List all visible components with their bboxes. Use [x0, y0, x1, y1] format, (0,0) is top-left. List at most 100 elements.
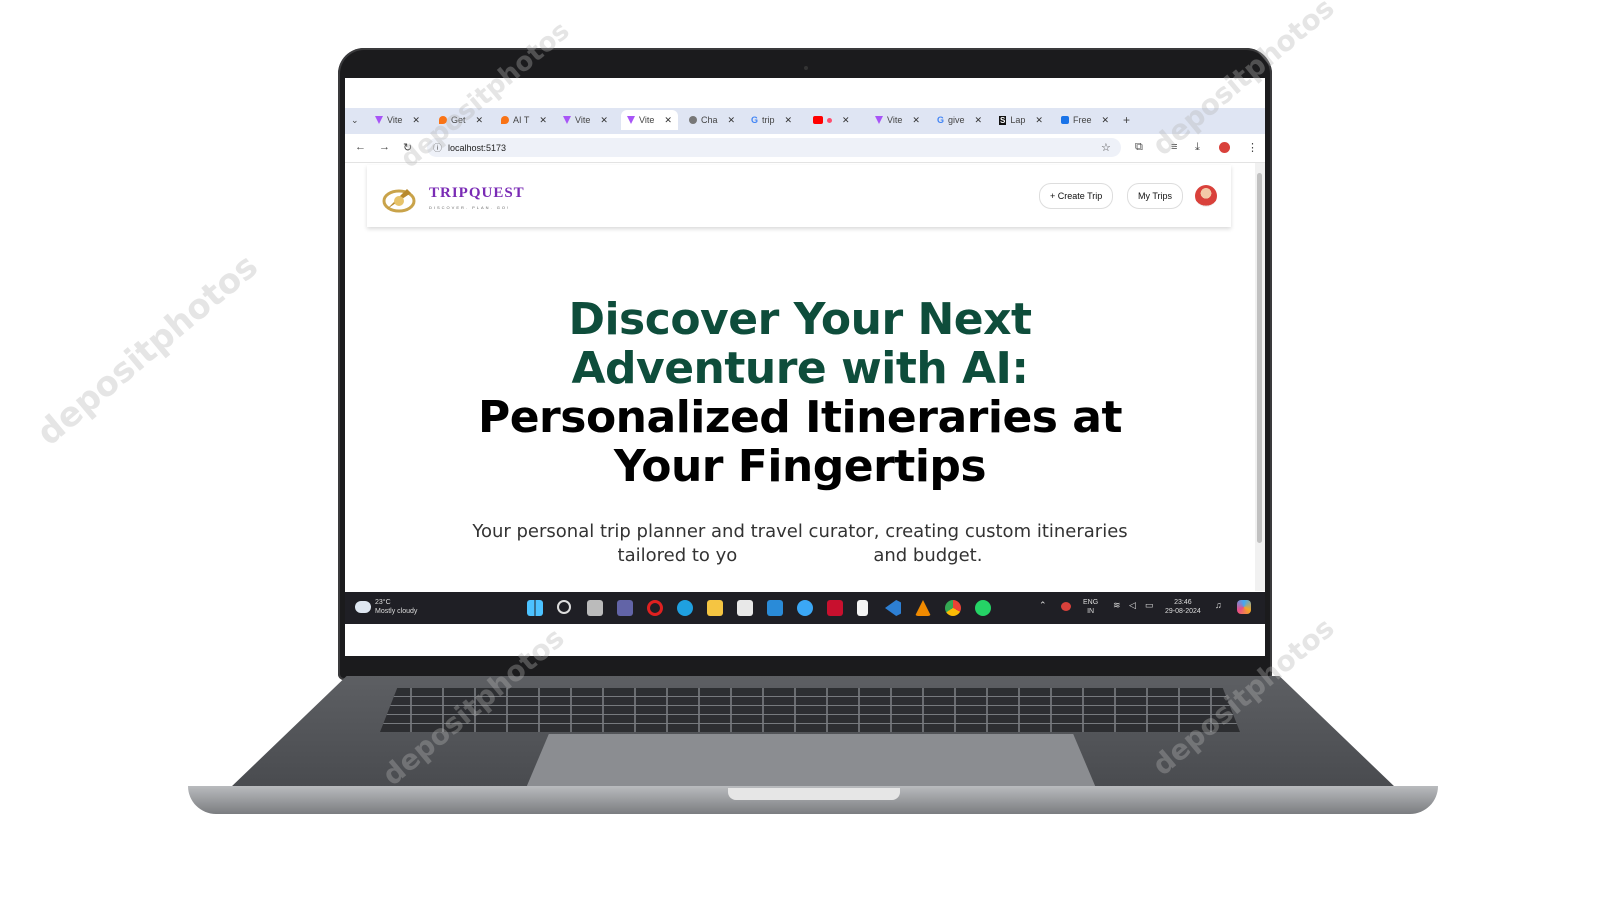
store-icon[interactable] [737, 600, 753, 616]
vite-icon [375, 116, 383, 124]
url-input[interactable]: ⓘ localhost:5173 [427, 138, 1121, 157]
menu-kebab-icon[interactable]: ⋮ [1247, 141, 1258, 154]
browser-tab-active[interactable]: Vite ✕ [621, 110, 678, 130]
weather-temp: 23°C [375, 599, 391, 606]
profile-avatar-icon[interactable] [1219, 142, 1230, 153]
headline-line: Personalized Itineraries at [477, 392, 1123, 443]
close-icon[interactable]: ✕ [842, 115, 850, 126]
subtitle-line: tailored to yo and budget. [455, 544, 1145, 568]
laptop-screen: ⌄ Vite ✕ Get ✕ AI T ✕ Vite ✕ Vite ✕ Cha … [345, 78, 1265, 656]
wifi-icon[interactable]: ≋ [1113, 601, 1121, 610]
close-icon[interactable]: ✕ [600, 115, 608, 126]
tab-label: Lap [1010, 115, 1026, 125]
close-icon[interactable]: ✕ [785, 115, 793, 126]
app-header: TRIPQUEST DISCOVER. PLAN. GO! + Create T… [367, 165, 1231, 227]
browser-tab[interactable]: Vite ✕ [875, 110, 920, 130]
edge-icon[interactable] [677, 600, 693, 616]
teams-icon[interactable] [617, 600, 633, 616]
download-icon[interactable]: ⤓ [1195, 141, 1200, 154]
language-indicator[interactable]: ENG IN [1083, 598, 1098, 616]
my-trips-button[interactable]: My Trips [1127, 183, 1184, 209]
tab-label: Vite [387, 115, 403, 125]
tab-label: Vite [639, 115, 655, 125]
close-icon[interactable]: ✕ [1035, 115, 1043, 126]
new-tab-button[interactable]: + [1123, 110, 1130, 130]
volume-icon[interactable]: ◁ [1129, 601, 1136, 610]
close-icon[interactable]: ✕ [1102, 115, 1110, 126]
notepad-icon[interactable] [857, 600, 868, 616]
file-explorer-icon[interactable] [707, 600, 723, 616]
flame-icon [501, 116, 509, 124]
browser-tab[interactable]: Free ✕ [1061, 110, 1109, 130]
region-code: IN [1087, 608, 1095, 615]
youtube-icon [813, 116, 823, 124]
browser-tab[interactable]: Vite ✕ [375, 110, 420, 130]
logo-tagline: DISCOVER. PLAN. GO! [429, 205, 511, 210]
close-icon[interactable]: ✕ [539, 115, 547, 126]
recording-icon [827, 117, 832, 123]
tab-label: trip [762, 115, 775, 125]
clock-time: 23:46 [1174, 599, 1192, 606]
logo-text: TRIPQUEST [429, 185, 525, 201]
browser-tab[interactable]: G give ✕ [937, 110, 982, 130]
url-text: localhost:5173 [448, 142, 507, 153]
tray-app-icon[interactable] [1061, 602, 1071, 611]
search-icon[interactable] [557, 600, 571, 614]
extensions-icon[interactable]: ⧉ [1135, 141, 1143, 154]
battery-icon[interactable]: ▭ [1145, 601, 1154, 610]
laptop-opening-notch [728, 788, 900, 800]
trackpad [526, 734, 1096, 788]
browser-tab[interactable]: Cha ✕ [689, 110, 735, 130]
clock-date: 29-08-2024 [1165, 608, 1201, 615]
close-icon[interactable]: ✕ [664, 115, 672, 126]
tab-label: AI T [513, 115, 530, 125]
headline-line: Adventure with AI: [571, 343, 1029, 394]
windows-start-icon[interactable] [527, 600, 543, 616]
notification-bell-icon[interactable]: ♫ [1215, 601, 1222, 610]
bookmark-star-icon[interactable]: ☆ [1101, 141, 1111, 154]
subtitle-line: Your personal trip planner and travel cu… [472, 521, 1128, 542]
weather-widget[interactable]: 23°C Mostly cloudy [355, 598, 417, 616]
scrollbar[interactable] [1255, 163, 1265, 591]
close-icon[interactable]: ✕ [912, 115, 920, 126]
mcafee-icon[interactable] [827, 600, 843, 616]
copilot-icon[interactable] [1237, 600, 1251, 614]
cloud-icon [355, 601, 371, 613]
vscode-icon[interactable] [885, 600, 901, 616]
back-arrow-icon[interactable]: ← [355, 141, 366, 153]
address-bar-row: ← → ↻ ⓘ localhost:5173 ☆ ⧉ ≡ ⤓ ⋮ [345, 134, 1265, 163]
vite-icon [875, 116, 883, 124]
vlc-icon[interactable] [915, 600, 931, 616]
close-icon[interactable]: ✕ [975, 115, 983, 126]
whatsapp-icon[interactable] [975, 600, 991, 616]
opera-icon[interactable] [647, 600, 663, 616]
google-icon: G [937, 115, 945, 125]
browser-tab[interactable]: ✕ [813, 110, 850, 130]
weather-desc: Mostly cloudy [375, 608, 418, 615]
vite-icon [563, 116, 571, 124]
clock[interactable]: 23:46 29-08-2024 [1165, 598, 1201, 616]
app-icon[interactable] [767, 600, 783, 616]
browser-tab[interactable]: G trip ✕ [751, 110, 792, 130]
browser-tab[interactable]: S Lap ✕ [999, 110, 1043, 130]
tab-search-button[interactable]: ⌄ [351, 110, 359, 130]
browser-tab[interactable]: AI T ✕ [501, 110, 547, 130]
laptop-mockup: ⌄ Vite ✕ Get ✕ AI T ✕ Vite ✕ Vite ✕ Cha … [0, 0, 1600, 900]
os-taskbar: 23°C Mostly cloudy ⌃ ENG IN ≋ ◁ ▭ 23:46 … [345, 592, 1265, 624]
close-icon[interactable]: ✕ [728, 115, 736, 126]
user-avatar[interactable] [1195, 185, 1217, 207]
chevron-up-icon[interactable]: ⌃ [1039, 601, 1047, 610]
chat-icon [689, 116, 697, 124]
chrome-icon[interactable] [945, 600, 961, 616]
chevron-down-icon: ⌄ [351, 114, 359, 125]
create-trip-button[interactable]: + Create Trip [1039, 183, 1114, 209]
close-icon[interactable]: ✕ [412, 115, 420, 126]
forward-arrow-icon[interactable]: → [379, 141, 390, 153]
scrollbar-thumb[interactable] [1257, 173, 1262, 543]
browser-app-icon[interactable] [797, 600, 813, 616]
headline-line: Your Fingertips [613, 441, 987, 492]
vite-icon [627, 116, 635, 124]
logo-icon[interactable] [381, 183, 417, 215]
browser-tab[interactable]: Vite ✕ [563, 110, 608, 130]
task-view-icon[interactable] [587, 600, 603, 616]
